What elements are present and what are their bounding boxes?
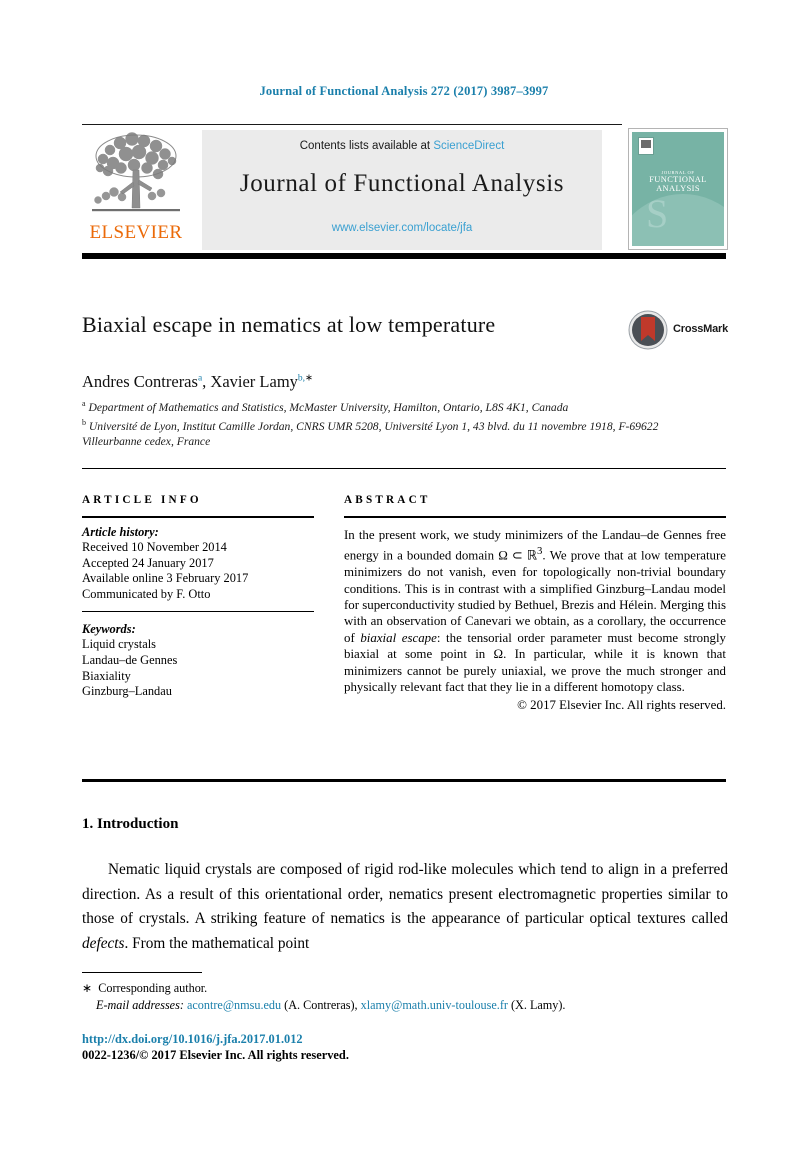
article-history-item: Accepted 24 January 2017 <box>82 555 214 570</box>
keyword-item: Ginzburg–Landau <box>82 684 172 699</box>
masthead-center-panel: Contents lists available at ScienceDirec… <box>202 130 602 250</box>
section-heading-introduction: 1. Introduction <box>82 816 179 832</box>
corresponding-star: ∗ <box>82 981 93 995</box>
doi-link[interactable]: http://dx.doi.org/10.1016/j.jfa.2017.01.… <box>82 1032 303 1047</box>
keywords-block: Keywords: Liquid crystals Landau–de Genn… <box>82 622 314 699</box>
abstract-copyright: © 2017 Elsevier Inc. All rights reserved… <box>517 698 726 713</box>
journal-cover-thumbnail[interactable]: S JOURNAL OF FUNCTIONAL ANALYSIS <box>628 128 728 250</box>
corresponding-text: Corresponding author. <box>98 981 208 995</box>
title-block: Biaxial escape in nematics at low temper… <box>82 310 728 350</box>
article-history-item: Received 10 November 2014 <box>82 540 227 554</box>
cover-elsevier-logo-icon <box>638 137 654 155</box>
email-addresses-note: E-mail addresses: acontre@nmsu.edu (A. C… <box>96 997 736 1013</box>
email-owner-lamy: (X. Lamy). <box>510 998 566 1012</box>
article-info-heading: ARTICLE INFO <box>82 494 202 506</box>
info-top-rule <box>82 468 726 469</box>
masthead-bottom-bar <box>82 253 726 259</box>
sciencedirect-link[interactable]: ScienceDirect <box>433 140 504 152</box>
elsevier-logo: ELSEVIER <box>84 130 188 250</box>
cover-artwork: S JOURNAL OF FUNCTIONAL ANALYSIS <box>632 132 724 246</box>
journal-homepage-link[interactable]: www.elsevier.com/locate/jfa <box>202 222 602 234</box>
keywords-rule <box>82 611 314 613</box>
article-history-title: Article history: <box>82 525 159 539</box>
contents-prefix: Contents lists available at <box>299 140 434 152</box>
keywords-title: Keywords: <box>82 622 136 637</box>
article-info-rule <box>82 516 314 518</box>
keyword-item: Liquid crystals <box>82 637 156 652</box>
footnote-separator <box>82 972 202 973</box>
crossmark-badge[interactable]: CrossMark <box>628 310 738 354</box>
cover-line-analysis: ANALYSIS <box>656 183 700 193</box>
crossmark-icon <box>628 310 668 350</box>
keyword-item: Biaxiality <box>82 668 131 683</box>
cover-s-glyph: S <box>646 191 669 236</box>
page-title: Biaxial escape in nematics at low temper… <box>82 312 496 337</box>
abstract-bottom-rule <box>82 779 726 782</box>
email-label: E-mail addresses: <box>96 998 184 1012</box>
cover-journal-name: FUNCTIONAL ANALYSIS <box>632 175 724 193</box>
elsevier-wordmark: ELSEVIER <box>89 222 183 243</box>
journal-masthead: ELSEVIER Contents lists available at Sci… <box>82 124 728 259</box>
abstract-column: ABSTRACT In the present work, we study m… <box>344 494 726 713</box>
email-owner-contreras: (A. Contreras), <box>284 998 358 1012</box>
abstract-heading: ABSTRACT <box>344 494 431 506</box>
contents-available-line: Contents lists available at ScienceDirec… <box>202 140 602 152</box>
email-link-lamy[interactable]: xlamy@math.univ-toulouse.fr <box>361 998 508 1012</box>
article-info-column: ARTICLE INFO Article history: Received 1… <box>82 494 314 700</box>
affiliation-list: a Department of Mathematics and Statisti… <box>82 399 659 449</box>
author-list: Andres Contrerasa, Xavier Lamyb,∗ <box>82 372 314 391</box>
crossmark-label: CrossMark <box>673 323 729 335</box>
masthead-top-rule <box>82 124 622 125</box>
running-head: Journal of Functional Analysis 272 (2017… <box>259 84 549 98</box>
introduction-paragraph: Nematic liquid crystals are composed of … <box>82 861 728 952</box>
elsevier-tree-icon <box>86 130 186 222</box>
abstract-rule <box>344 516 726 518</box>
abstract-text: In the present work, we study minimizers… <box>344 528 726 694</box>
journal-title: Journal of Functional Analysis <box>239 170 565 197</box>
corresponding-author-note: ∗ Corresponding author. <box>82 980 722 996</box>
issn-copyright-line: 0022-1236/© 2017 Elsevier Inc. All right… <box>82 1048 349 1062</box>
article-history-item: Communicated by F. Otto <box>82 586 211 601</box>
paper-page: Journal of Functional Analysis 272 (2017… <box>0 0 808 1162</box>
email-link-contreras[interactable]: acontre@nmsu.edu <box>187 998 281 1012</box>
keyword-item: Landau–de Gennes <box>82 652 178 667</box>
article-history-item: Available online 3 February 2017 <box>82 571 249 586</box>
